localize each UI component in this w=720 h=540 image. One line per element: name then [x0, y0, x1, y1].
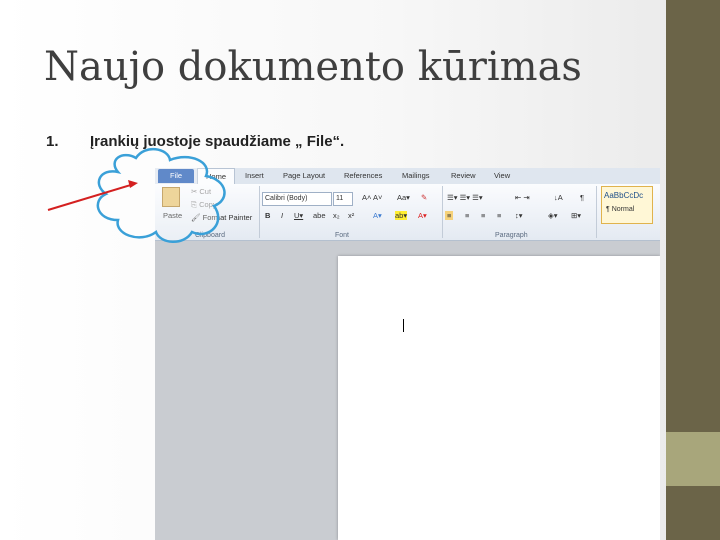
annotation-layer [47, 148, 226, 243]
callout-cloud [96, 148, 226, 243]
